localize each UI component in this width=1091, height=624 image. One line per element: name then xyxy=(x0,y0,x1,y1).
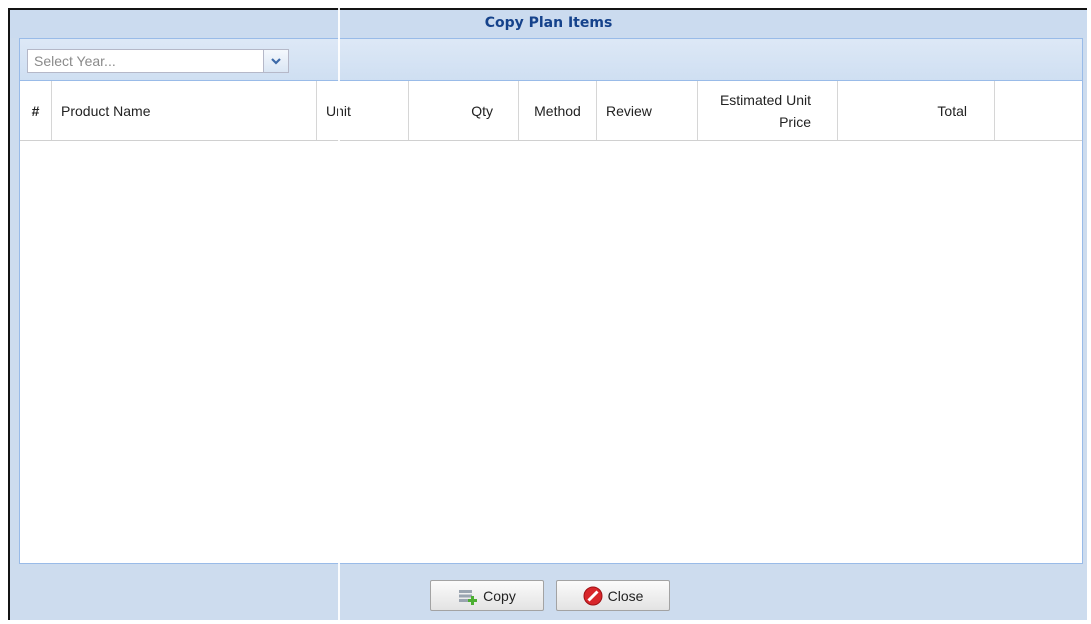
year-select-trigger[interactable] xyxy=(263,50,288,72)
close-button-label: Close xyxy=(607,587,644,604)
stop-icon xyxy=(583,586,603,605)
column-header-estimated-unit-price[interactable]: Estimated Unit Price xyxy=(698,81,838,140)
column-header-label: # xyxy=(31,102,40,119)
column-header-label: Qty xyxy=(471,102,493,119)
year-select-input[interactable] xyxy=(28,50,264,72)
chevron-down-icon xyxy=(271,58,281,65)
column-header-total[interactable]: Total xyxy=(838,81,995,140)
year-select[interactable] xyxy=(27,49,289,73)
copy-plan-items-dialog: Copy Plan Items # Product Name Unit xyxy=(8,8,1087,620)
column-header-qty[interactable]: Qty xyxy=(409,81,519,140)
column-header-label: Estimated Unit Price xyxy=(719,91,811,130)
copy-add-icon xyxy=(459,589,478,605)
column-header-unit[interactable]: Unit xyxy=(317,81,409,140)
copy-button-label: Copy xyxy=(483,587,516,604)
screen-artifact-line xyxy=(338,0,340,624)
column-header-review[interactable]: Review xyxy=(597,81,698,140)
dialog-title-bar[interactable]: Copy Plan Items xyxy=(10,10,1087,38)
grid-toolbar xyxy=(20,39,1082,81)
column-header-method[interactable]: Method xyxy=(519,81,597,140)
copy-button[interactable]: Copy xyxy=(430,580,544,611)
column-header-label: Method xyxy=(534,102,581,119)
column-header-label: Product Name xyxy=(61,102,151,119)
plan-items-panel: # Product Name Unit Qty Method Review Es… xyxy=(19,38,1083,564)
grid-body-empty xyxy=(20,141,1082,563)
column-header-label: Review xyxy=(606,102,652,119)
column-header-label: Total xyxy=(937,102,967,119)
dialog-title: Copy Plan Items xyxy=(484,15,613,31)
column-header-number[interactable]: # xyxy=(20,81,52,140)
column-header-product-name[interactable]: Product Name xyxy=(52,81,317,140)
grid-header: # Product Name Unit Qty Method Review Es… xyxy=(20,81,1082,141)
screen-artifact-strip xyxy=(913,0,1091,8)
close-button[interactable]: Close xyxy=(556,580,670,611)
dialog-footer: Copy Close xyxy=(10,566,1087,620)
column-header-filler xyxy=(995,81,1083,140)
